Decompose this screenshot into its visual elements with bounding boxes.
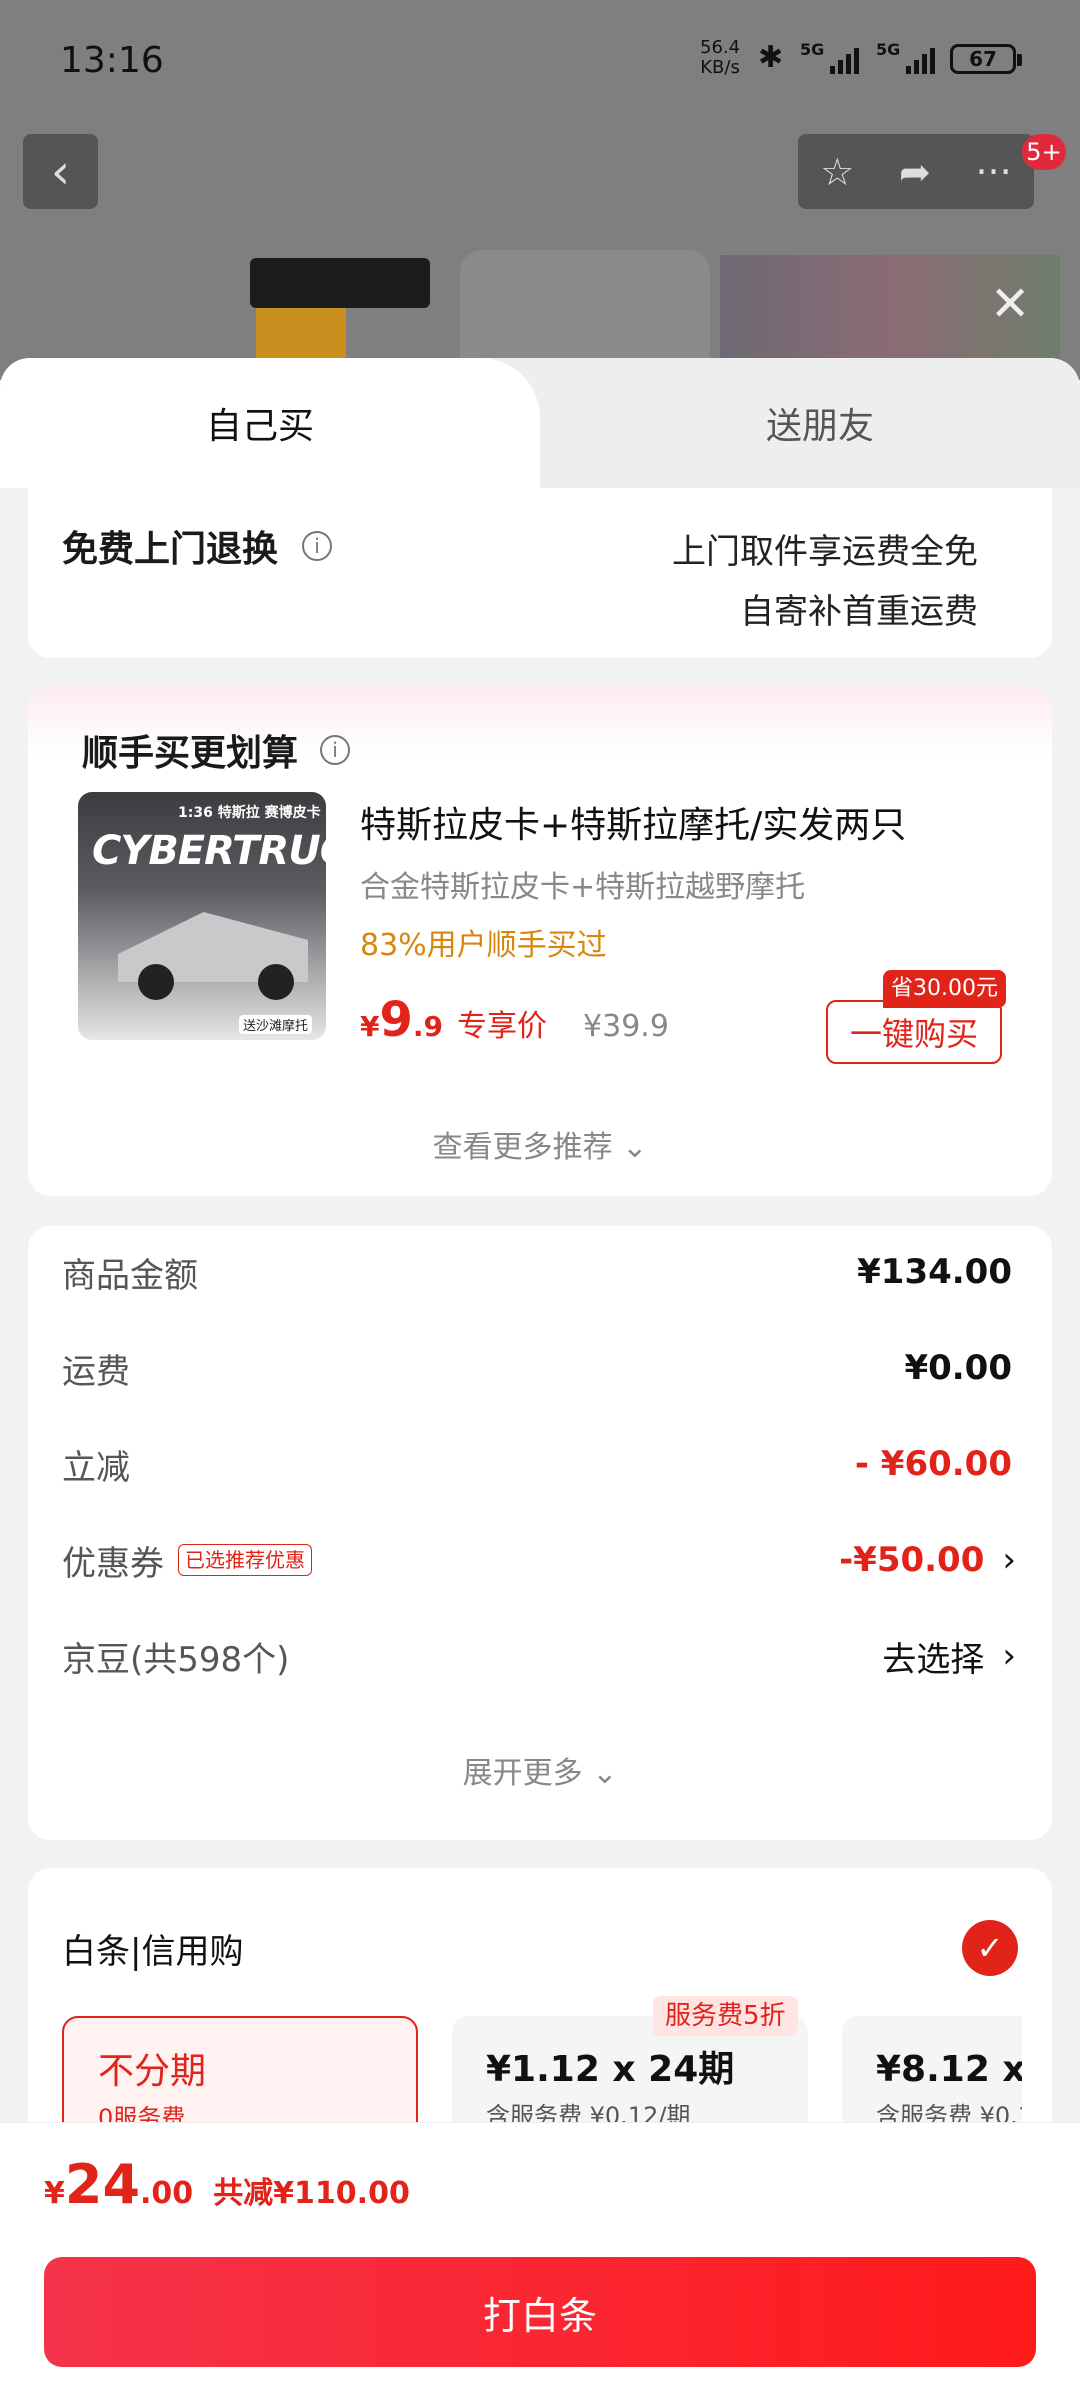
checkout-bar: ¥ 24 .00 共减¥110.00 打白条 (0, 2122, 1080, 2400)
bundle-price: ¥ 9 .9 专享价 ¥39.9 (360, 992, 669, 1048)
coupon-row[interactable]: 优惠券 已选推荐优惠 -¥50.00 › (62, 1530, 1016, 1590)
bundle-product-subtitle: 合金特斯拉皮卡+特斯拉越野摩托 (360, 870, 806, 905)
pay-with-baitiao-button[interactable]: 打白条 (44, 2257, 1036, 2367)
payment-method-title: 白条|信用购 (62, 1932, 244, 1972)
battery-icon: 67 (950, 44, 1022, 74)
instant-discount-row: 立减 - ¥60.00 (62, 1444, 1012, 1488)
net-speed: 56.4 KB/s (700, 37, 741, 78)
bundle-title: 顺手买更划算 i (82, 724, 351, 776)
info-icon[interactable]: i (302, 531, 333, 561)
coupon-recommended-tag: 已选推荐优惠 (178, 1544, 312, 1576)
product-page-background: 13:16 56.4 KB/s ✱ 5G 5G 67 ‹ ☆ ➦ ··· 5+ … (0, 0, 1080, 380)
tab-self-buy[interactable]: 自己买 (0, 358, 540, 488)
shipping-row: 运费 ¥0.00 (62, 1348, 1012, 1392)
service-fee-discount-badge: 服务费5折 (653, 1996, 798, 2036)
check-icon[interactable]: ✓ (962, 1920, 1018, 1976)
chevron-left-icon: ‹ (50, 143, 71, 200)
more-icon[interactable]: ··· (975, 150, 1011, 194)
signal-icon-2 (906, 44, 935, 74)
network-type-1: 5G (800, 40, 825, 59)
price-breakdown-card: 商品金额 ¥134.00 运费 ¥0.00 立减 - ¥60.00 优惠券 已选… (28, 1226, 1052, 1840)
status-time: 13:16 (60, 40, 164, 81)
return-service-title: 免费上门退换 i (62, 520, 333, 572)
total-savings: 共减¥110.00 (213, 2176, 410, 2211)
info-icon[interactable]: i (320, 735, 351, 765)
share-icon[interactable]: ➦ (899, 150, 931, 194)
network-type-2: 5G (876, 40, 901, 59)
more-recommendations-link[interactable]: 查看更多推荐 ⌄ (28, 1122, 1052, 1166)
purchase-tabs: 自己买 送朋友 (0, 358, 1080, 488)
save-amount-badge: 省30.00元 (883, 970, 1006, 1008)
expand-more-link[interactable]: 展开更多 ⌄ (28, 1748, 1052, 1792)
return-service-detail: 上门取件享运费全免 自寄补首重运费 (672, 532, 978, 632)
back-button[interactable]: ‹ (23, 134, 98, 209)
goods-amount-row: 商品金额 ¥134.00 (62, 1252, 1012, 1296)
chevron-right-icon: › (1002, 1636, 1016, 1676)
header-actions: ☆ ➦ ··· (798, 134, 1034, 209)
tab-gift-friend[interactable]: 送朋友 (560, 358, 1080, 488)
signal-icon (830, 44, 859, 74)
close-icon[interactable]: ✕ (990, 276, 1030, 332)
star-icon[interactable]: ☆ (820, 150, 854, 194)
cart-badge: 5+ (1022, 134, 1066, 170)
chevron-right-icon: › (1002, 1540, 1016, 1580)
return-service-card: 免费上门退换 i 上门取件享运费全免 自寄补首重运费 (28, 488, 1052, 658)
jd-beans-row[interactable]: 京豆(共598个) 去选择 › (62, 1626, 1016, 1686)
bundle-recommendation-card: 顺手买更划算 i 1:36 特斯拉 赛博皮卡 CYBERTRUCK 送沙滩摩托 … (28, 686, 1052, 1196)
bluetooth-icon: ✱ (758, 40, 784, 75)
order-total: ¥ 24 .00 共减¥110.00 (44, 2153, 410, 2216)
one-click-buy-button[interactable]: 一键购买 (826, 1000, 1002, 1064)
bundle-product-image[interactable]: 1:36 特斯拉 赛博皮卡 CYBERTRUCK 送沙滩摩托 (78, 792, 326, 1040)
bundle-buyers-rate: 83%用户顺手买过 (360, 928, 607, 963)
checkout-sheet: 自己买 送朋友 免费上门退换 i 上门取件享运费全免 自寄补首重运费 顺手买更划… (0, 358, 1080, 2400)
status-bar: 13:16 56.4 KB/s ✱ 5G 5G 67 (0, 0, 1080, 120)
bundle-product-name[interactable]: 特斯拉皮卡+特斯拉摩托/实发两只 (360, 796, 906, 848)
